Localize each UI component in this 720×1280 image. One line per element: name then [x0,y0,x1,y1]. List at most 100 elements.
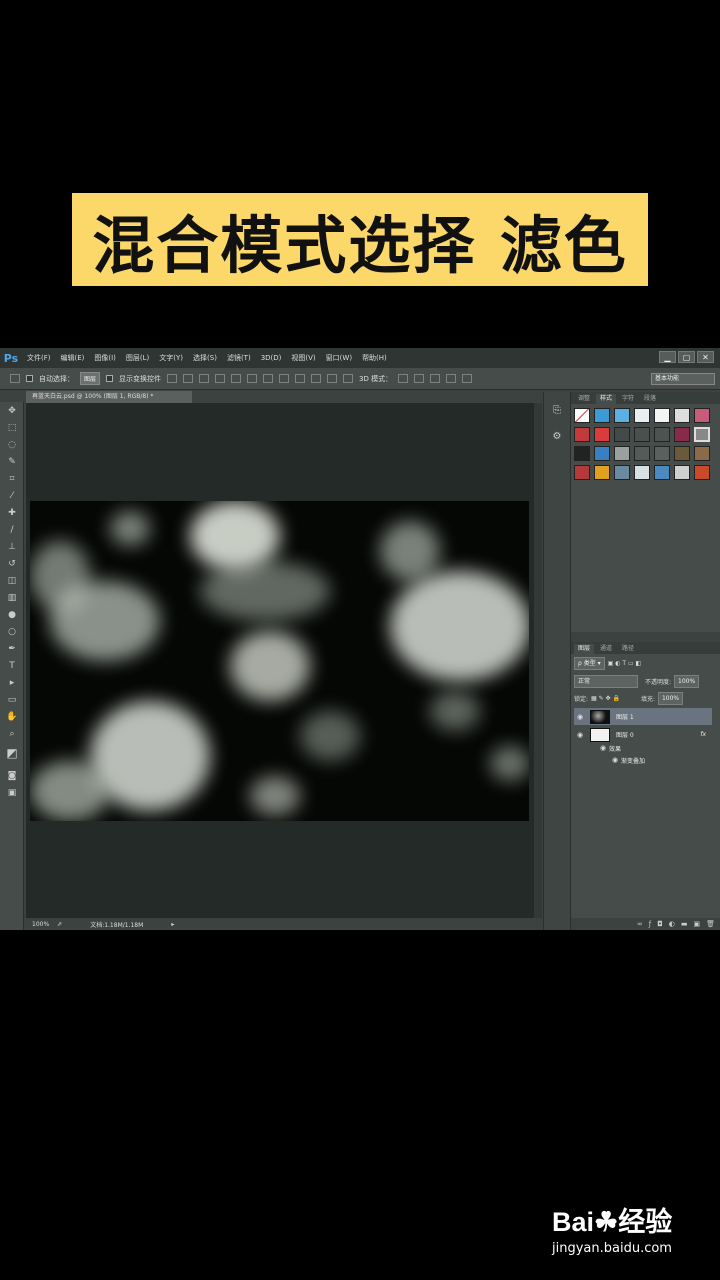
brush-tool-icon[interactable]: / [5,525,19,536]
tab-layers[interactable]: 图层 [574,644,595,654]
style-swatch[interactable] [614,427,630,442]
auto-select-checkbox[interactable] [26,375,33,382]
clone-stamp-tool-icon[interactable]: ⊥ [5,542,19,553]
visibility-eye-icon[interactable]: ◉ [574,731,586,739]
document-tab[interactable]: 再蓝天白云.psd @ 100% (图层 1, RGB/8) * [26,391,192,403]
3d-slide-icon[interactable] [446,374,457,383]
style-swatch[interactable] [594,465,610,480]
style-swatch[interactable] [694,446,710,461]
3d-pan-icon[interactable] [430,374,441,383]
style-swatch[interactable] [674,465,690,480]
distribute-left-icon[interactable] [311,374,322,383]
add-mask-icon[interactable]: ◘ [657,920,663,928]
effect-gradient-overlay-row[interactable]: ◉ 渐变叠加 [609,754,709,766]
auto-select-dropdown[interactable]: 图层 [80,372,101,385]
effects-row[interactable]: ◉ 效果 [597,742,707,754]
vertical-scrollbar[interactable] [534,403,542,918]
new-group-icon[interactable]: ▬ [681,920,688,928]
lasso-tool-icon[interactable]: ◌ [5,440,19,451]
menu-help[interactable]: 帮助(H) [357,353,392,363]
style-swatch[interactable] [574,446,590,461]
tab-paths[interactable]: 路径 [618,644,638,654]
menu-layer[interactable]: 图层(L) [121,353,154,363]
pen-tool-icon[interactable]: ✒ [5,644,19,655]
tab-styles[interactable]: 样式 [596,394,617,404]
rectangle-tool-icon[interactable]: ▭ [5,695,19,706]
style-swatch[interactable] [574,427,590,442]
style-swatch[interactable] [654,446,670,461]
style-swatch[interactable] [694,408,710,423]
style-swatch[interactable] [694,427,710,442]
style-swatch[interactable] [594,408,610,423]
visibility-eye-icon[interactable]: ◉ [574,713,586,721]
blur-tool-icon[interactable]: ● [5,610,19,621]
menu-image[interactable]: 图像(I) [89,353,121,363]
hand-tool-icon[interactable]: ✋ [5,712,19,723]
color-swatches-icon[interactable]: ◩ [5,747,19,759]
menu-window[interactable]: 窗口(W) [321,353,357,363]
style-swatch[interactable] [594,446,610,461]
menu-edit[interactable]: 编辑(E) [56,353,90,363]
crop-tool-icon[interactable]: ⌗ [5,474,19,485]
maximize-button[interactable]: ▢ [678,351,695,363]
dodge-tool-icon[interactable]: ○ [5,627,19,638]
align-right-icon[interactable] [247,374,258,383]
distribute-right-icon[interactable] [343,374,354,383]
effects-eye-icon[interactable]: ◉ [597,744,609,752]
3d-scale-icon[interactable] [462,374,473,383]
menu-file[interactable]: 文件(F) [22,353,56,363]
properties-panel-icon[interactable]: ⚙ [550,430,564,444]
style-swatch[interactable] [614,446,630,461]
layer-filter-dropdown[interactable]: ρ 类型 ▾ [574,656,605,670]
eraser-tool-icon[interactable]: ◫ [5,576,19,587]
style-swatch[interactable] [634,446,650,461]
style-swatch[interactable] [674,408,690,423]
history-panel-icon[interactable]: ⎘ [550,404,564,418]
align-left-icon[interactable] [215,374,226,383]
style-swatch[interactable] [614,408,630,423]
align-bottom-icon[interactable] [199,374,210,383]
tab-adjustments[interactable]: 调整 [574,394,594,404]
link-layers-icon[interactable]: ∞ [637,920,643,928]
workspace-dropdown[interactable]: 基本功能 [651,373,715,385]
adjustment-layer-icon[interactable]: ◐ [669,920,675,928]
style-swatch[interactable] [654,408,670,423]
menu-3d[interactable]: 3D(D) [256,354,287,362]
path-select-tool-icon[interactable]: ▸ [5,678,19,689]
filter-icons[interactable]: ▣ ◐ T ▭ ◧ [608,660,642,667]
style-swatch[interactable] [614,465,630,480]
show-transform-checkbox[interactable] [106,375,114,382]
menu-filter[interactable]: 滤镜(T) [222,353,256,363]
style-swatch[interactable] [654,465,670,480]
healing-brush-tool-icon[interactable]: ✚ [5,508,19,519]
tab-character[interactable]: 字符 [618,394,638,404]
style-swatch[interactable] [594,427,610,442]
style-swatch[interactable] [674,446,690,461]
menu-view[interactable]: 视图(V) [286,353,320,363]
lock-icons[interactable]: ▦ ✎ ✥ 🔒 [591,695,620,702]
fx-badge[interactable]: fx [700,731,712,738]
new-layer-icon[interactable]: ▣ [693,920,700,928]
distribute-top-icon[interactable] [263,374,274,383]
status-menu-arrow-icon[interactable]: ▸ [171,921,174,928]
gradient-tool-icon[interactable]: ▥ [5,593,19,604]
document-canvas[interactable] [30,501,529,821]
style-swatch[interactable] [674,427,690,442]
layer-row-0[interactable]: ◉ 图层 0 fx [574,726,712,743]
history-brush-tool-icon[interactable]: ↺ [5,559,19,570]
menu-select[interactable]: 选择(S) [188,353,222,363]
close-button[interactable]: ✕ [697,351,714,363]
tab-channels[interactable]: 通道 [596,644,616,654]
export-icon[interactable]: ⇗ [57,921,62,928]
style-swatch[interactable] [574,408,590,423]
style-swatch[interactable] [654,427,670,442]
menu-type[interactable]: 文字(Y) [154,353,188,363]
style-swatch[interactable] [694,465,710,480]
opacity-input[interactable]: 100% [674,674,700,688]
style-swatch[interactable] [634,427,650,442]
zoom-level[interactable]: 100% [32,921,49,928]
type-tool-icon[interactable]: T [5,661,19,672]
move-tool-icon[interactable] [10,374,20,383]
eyedropper-tool-icon[interactable]: ⁄ [5,491,19,502]
distribute-middle-icon[interactable] [279,374,290,383]
